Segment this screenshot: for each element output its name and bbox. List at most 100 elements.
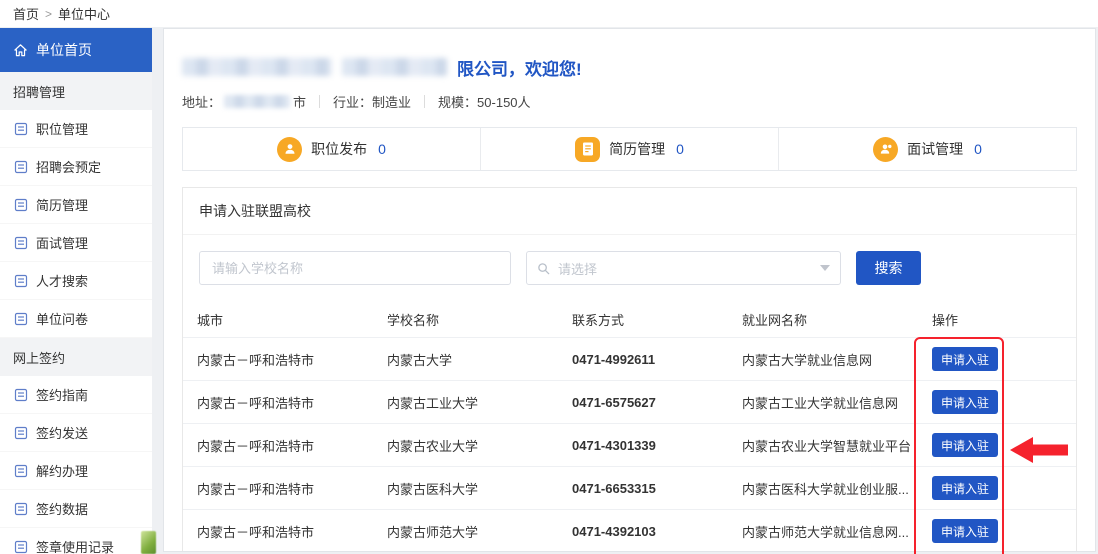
divider: [424, 95, 425, 108]
sidebar-item-position-management[interactable]: 职位管理: [0, 110, 152, 148]
apply-button[interactable]: 申请入驻: [932, 433, 998, 457]
col-city: 城市: [197, 310, 387, 329]
interview-management-icon: [873, 137, 898, 162]
cell-city: 内蒙古－呼和浩特市: [197, 436, 387, 455]
document-icon: [13, 235, 28, 250]
sidebar-item-resume-management[interactable]: 简历管理: [0, 186, 152, 224]
cell-contact: 0471-4301339: [572, 438, 742, 453]
cell-school: 内蒙古大学: [387, 350, 572, 369]
col-site: 就业网名称: [742, 310, 932, 329]
table-row: 内蒙古－呼和浩特市 内蒙古大学 0471-4992611 内蒙古大学就业信息网 …: [183, 337, 1076, 380]
col-contact: 联系方式: [572, 310, 742, 329]
document-icon: [13, 463, 28, 478]
region-select[interactable]: 请选择: [526, 251, 841, 285]
home-icon: [13, 43, 28, 58]
stat-position-publish[interactable]: 职位发布 0: [183, 128, 480, 170]
stat-value: 0: [974, 141, 982, 157]
sidebar-item-label: 解约办理: [36, 461, 88, 480]
cell-contact: 0471-6575627: [572, 395, 742, 410]
sidebar-item-unit-questionnaire[interactable]: 单位问卷: [0, 300, 152, 338]
apply-button[interactable]: 申请入驻: [932, 347, 998, 371]
stat-resume-management[interactable]: 简历管理 0: [480, 128, 778, 170]
company-info-row: 地址： 市 行业：制造业 规模：50-150人: [182, 93, 1095, 109]
sidebar: 单位首页 招聘管理 职位管理 招聘会预定 简历管理 面试管理 人才搜索 单位问卷: [0, 28, 152, 554]
table-row: 内蒙古－呼和浩特市 内蒙古工业大学 0471-6575627 内蒙古工业大学就业…: [183, 380, 1076, 423]
document-icon: [13, 425, 28, 440]
sidebar-item-signing-guide[interactable]: 签约指南: [0, 376, 152, 414]
redacted-company-name: [182, 58, 332, 76]
welcome-header: 限公司，欢迎您!: [182, 55, 1095, 79]
breadcrumb: 首页 > 单位中心: [13, 4, 110, 23]
industry-text: 行业：制造业: [333, 92, 411, 111]
address-label: 地址：: [182, 92, 221, 111]
cell-city: 内蒙古－呼和浩特市: [197, 522, 387, 541]
app-window: 首页 > 单位中心 单位首页 招聘管理 职位管理 招聘会预定 简历管理: [0, 0, 1098, 554]
apply-button[interactable]: 申请入驻: [932, 519, 998, 543]
redacted-company-name: [342, 58, 447, 76]
cell-school: 内蒙古医科大学: [387, 479, 572, 498]
breadcrumb-separator: >: [45, 7, 52, 21]
document-icon: [13, 311, 28, 326]
col-action: 操作: [932, 310, 1062, 329]
sidebar-item-label: 招聘会预定: [36, 157, 101, 176]
cell-city: 内蒙古－呼和浩特市: [197, 393, 387, 412]
cell-site: 内蒙古大学就业信息网: [742, 350, 932, 369]
stats-bar: 职位发布 0 简历管理 0 面试管理 0: [182, 127, 1077, 171]
sidebar-item-signing-data[interactable]: 签约数据: [0, 490, 152, 528]
document-icon: [13, 197, 28, 212]
school-name-input[interactable]: [199, 251, 511, 285]
search-icon: [537, 262, 550, 275]
document-icon: [13, 159, 28, 174]
breadcrumb-home[interactable]: 首页: [13, 4, 39, 23]
document-icon: [13, 273, 28, 288]
search-button[interactable]: 搜索: [856, 251, 921, 285]
sidebar-item-seal-usage-record[interactable]: 签章使用记录: [0, 528, 152, 554]
sidebar-item-label: 签约发送: [36, 423, 88, 442]
address-visible-text: 市: [293, 92, 306, 111]
stat-label: 面试管理: [907, 139, 963, 159]
table-row: 内蒙古－呼和浩特市 内蒙古医科大学 0471-6653315 内蒙古医科大学就业…: [183, 466, 1076, 509]
position-publish-icon: [277, 137, 302, 162]
document-icon: [13, 387, 28, 402]
stat-value: 0: [676, 141, 684, 157]
sidebar-item-signing-send[interactable]: 签约发送: [0, 414, 152, 452]
main-content: 限公司，欢迎您! 地址： 市 行业：制造业 规模：50-150人 职位发布 0: [163, 28, 1096, 552]
sidebar-item-talent-search[interactable]: 人才搜索: [0, 262, 152, 300]
table-row: 内蒙古－呼和浩特市 内蒙古农业大学 0471-4301339 内蒙古农业大学智慧…: [183, 423, 1076, 466]
sidebar-item-interview-management[interactable]: 面试管理: [0, 224, 152, 262]
cell-site: 内蒙古工业大学就业信息网: [742, 393, 932, 412]
chevron-down-icon: [820, 265, 830, 271]
sidebar-item-label: 职位管理: [36, 119, 88, 138]
divider: [319, 95, 320, 108]
table-header: 城市 学校名称 联系方式 就业网名称 操作: [183, 301, 1076, 337]
cell-contact: 0471-4392103: [572, 524, 742, 539]
resume-management-icon: [575, 137, 600, 162]
cell-site: 内蒙古农业大学智慧就业平台: [742, 436, 932, 455]
sidebar-item-unit-home[interactable]: 单位首页: [0, 28, 152, 72]
cell-site: 内蒙古师范大学就业信息网...: [742, 522, 932, 541]
sidebar-section-label: 招聘管理: [13, 82, 65, 101]
sidebar-item-label: 人才搜索: [36, 271, 88, 290]
stat-label: 简历管理: [609, 139, 665, 159]
cell-city: 内蒙古－呼和浩特市: [197, 479, 387, 498]
sidebar-section-online-signing[interactable]: 网上签约: [0, 338, 152, 376]
top-bar: 首页 > 单位中心: [0, 0, 1098, 28]
sidebar-section-label: 网上签约: [13, 348, 65, 367]
stat-interview-management[interactable]: 面试管理 0: [778, 128, 1076, 170]
sidebar-section-recruit-management[interactable]: 招聘管理: [0, 72, 152, 110]
cell-city: 内蒙古－呼和浩特市: [197, 350, 387, 369]
sidebar-item-label: 简历管理: [36, 195, 88, 214]
stat-value: 0: [378, 141, 386, 157]
table-row: 内蒙古－呼和浩特市 内蒙古师范大学 0471-4392103 内蒙古师范大学就业…: [183, 509, 1076, 552]
search-row: 请选择 搜索: [199, 251, 1060, 285]
sidebar-item-label: 签约数据: [36, 499, 88, 518]
document-icon: [13, 501, 28, 516]
apply-button[interactable]: 申请入驻: [932, 476, 998, 500]
sidebar-item-termination-handling[interactable]: 解约办理: [0, 452, 152, 490]
cell-contact: 0471-4992611: [572, 352, 742, 367]
apply-button[interactable]: 申请入驻: [932, 390, 998, 414]
cell-school: 内蒙古农业大学: [387, 436, 572, 455]
annotation-arrow-icon: [1008, 434, 1070, 471]
sidebar-item-jobfair-booking[interactable]: 招聘会预定: [0, 148, 152, 186]
col-school: 学校名称: [387, 310, 572, 329]
